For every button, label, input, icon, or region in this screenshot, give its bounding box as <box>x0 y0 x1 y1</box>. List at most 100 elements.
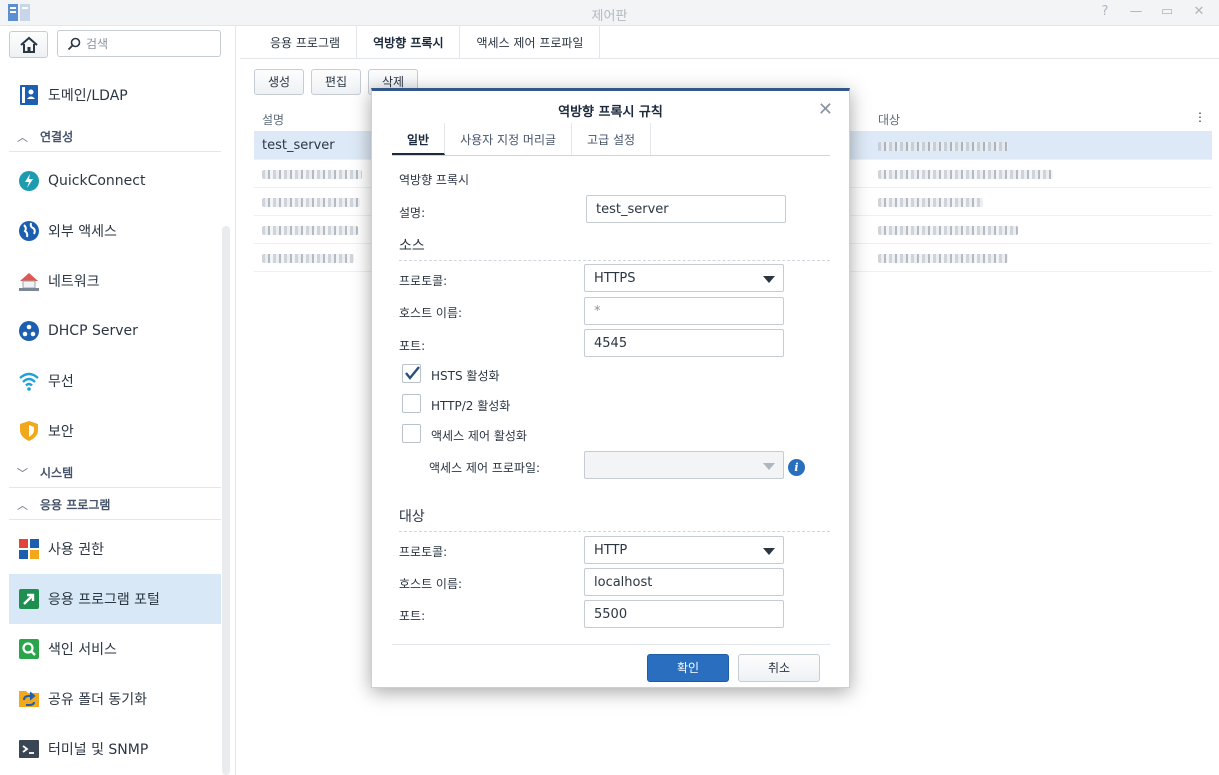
sidebar-item-label: 보안 <box>48 424 74 440</box>
sidebar-group-label: 응용 프로그램 <box>40 498 111 512</box>
sidebar-item-application-portal[interactable]: 응용 프로그램 포털 <box>9 574 221 624</box>
close-window-icon[interactable]: ✕ <box>1190 4 1208 20</box>
home-icon <box>20 36 38 53</box>
reverse-proxy-rule-dialog: 역방향 프록시 규칙 ✕ 일반 사용자 지정 머리글 고급 설정 역방향 프록시… <box>371 88 850 688</box>
description-input[interactable]: test_server <box>586 195 786 223</box>
destination-port-label: 포트: <box>399 609 426 623</box>
access-profile-label: 액세스 제어 프로파일: <box>429 461 541 475</box>
ok-button[interactable]: 확인 <box>647 654 729 682</box>
access-control-label: 액세스 제어 활성화 <box>431 429 527 443</box>
edit-button[interactable]: 편집 <box>311 69 362 95</box>
sidebar-group-label: 연결성 <box>40 130 74 144</box>
hsts-checkbox[interactable] <box>402 364 421 383</box>
description-label: 설명: <box>399 206 426 220</box>
source-protocol-label: 프로토콜: <box>399 274 448 288</box>
http2-label: HTTP/2 활성화 <box>431 399 511 413</box>
globe-icon <box>18 220 40 242</box>
destination-port-input[interactable]: 5500 <box>584 600 784 628</box>
minimize-icon[interactable]: — <box>1127 4 1145 20</box>
access-profile-select[interactable] <box>584 451 784 479</box>
tab-reverse-proxy[interactable]: 역방향 프록시 <box>357 26 461 58</box>
info-icon[interactable]: i <box>788 459 805 476</box>
redacted-destination <box>878 142 1008 151</box>
main-tabs: 응용 프로그램 역방향 프록시 액세스 제어 프로파일 <box>254 26 601 58</box>
redacted-description <box>262 170 362 179</box>
sidebar-item-label: 외부 액세스 <box>48 224 117 240</box>
redacted-description <box>262 198 360 207</box>
window-title: 제어판 <box>591 9 628 24</box>
maximize-icon[interactable]: ▭ <box>1158 4 1176 20</box>
destination-hostname-label: 호스트 이름: <box>399 577 463 591</box>
sidebar-item-external-access[interactable]: 외부 액세스 <box>9 206 221 256</box>
sidebar-group-applications[interactable]: ︿ 응용 프로그램 <box>9 490 221 520</box>
redacted-destination <box>878 226 1018 235</box>
sidebar-item-label: 도메인/LDAP <box>48 88 128 104</box>
redacted-destination <box>878 198 983 207</box>
sidebar-item-label: DHCP Server <box>48 323 138 339</box>
sidebar-group-system[interactable]: ﹀ 시스템 <box>9 458 221 488</box>
source-protocol-select[interactable]: HTTPS <box>584 264 784 292</box>
sidebar: 도메인/LDAP ︿ 연결성 QuickConnect 외부 액세스 네트워크 … <box>0 26 236 775</box>
chevron-up-icon: ︿ <box>17 130 28 144</box>
destination-hostname-input[interactable]: localhost <box>584 568 784 596</box>
sidebar-item-network[interactable]: 네트워크 <box>9 256 221 306</box>
sidebar-scrollbar[interactable] <box>222 226 230 775</box>
column-header-description[interactable]: 설명 <box>262 111 284 128</box>
row-description: test_server <box>262 138 335 153</box>
tab-applications[interactable]: 응용 프로그램 <box>254 26 358 58</box>
application-portal-icon <box>18 588 40 610</box>
sidebar-item-label: 응용 프로그램 포털 <box>48 592 160 608</box>
quickconnect-icon <box>18 170 40 192</box>
search-input[interactable] <box>86 35 214 53</box>
sidebar-item-dhcp-server[interactable]: DHCP Server <box>9 306 221 356</box>
source-port-input[interactable]: 4545 <box>584 329 784 357</box>
network-house-icon <box>18 270 40 292</box>
shield-icon <box>18 420 40 442</box>
sidebar-item-terminal-snmp[interactable]: 터미널 및 SNMP <box>9 724 221 774</box>
sidebar-item-wireless[interactable]: 무선 <box>9 356 221 406</box>
create-button[interactable]: 생성 <box>254 69 305 95</box>
domain-ldap-icon <box>18 84 40 106</box>
hsts-label: HSTS 활성화 <box>431 369 500 383</box>
sidebar-item-shared-folder-sync[interactable]: 공유 폴더 동기화 <box>9 674 221 724</box>
sidebar-item-label: 네트워크 <box>48 274 100 290</box>
sidebar-item-privileges[interactable]: 사용 권한 <box>9 524 221 574</box>
sidebar-item-security[interactable]: 보안 <box>9 406 221 456</box>
home-button[interactable] <box>9 31 48 58</box>
close-icon[interactable]: ✕ <box>818 99 833 120</box>
column-header-destination[interactable]: 대상 <box>878 111 900 128</box>
sidebar-group-connectivity[interactable]: ︿ 연결성 <box>9 122 221 152</box>
sidebar-item-quickconnect[interactable]: QuickConnect <box>9 156 221 206</box>
dialog-tab-general[interactable]: 일반 <box>392 123 446 155</box>
cancel-button[interactable]: 취소 <box>738 654 820 682</box>
redacted-destination <box>878 254 1008 263</box>
destination-protocol-select[interactable]: HTTP <box>584 536 784 564</box>
source-protocol-value: HTTPS <box>594 271 636 286</box>
search-field[interactable] <box>57 30 221 57</box>
dialog-tab-custom-header[interactable]: 사용자 지정 머리글 <box>445 123 573 155</box>
tab-access-control-profile[interactable]: 액세스 제어 프로파일 <box>460 26 601 58</box>
http2-checkbox[interactable] <box>402 394 421 413</box>
redacted-description <box>262 254 354 263</box>
destination-protocol-label: 프로토콜: <box>399 545 448 559</box>
destination-heading: 대상 <box>399 506 830 532</box>
dialog-tabs: 일반 사용자 지정 머리글 고급 설정 <box>392 123 830 156</box>
dropdown-arrow-icon <box>763 548 775 555</box>
section-label-reverse-proxy: 역방향 프록시 <box>399 173 470 187</box>
source-hostname-label: 호스트 이름: <box>399 306 463 320</box>
shared-folder-sync-icon <box>18 688 40 710</box>
checkmark-icon <box>405 366 420 380</box>
source-heading: 소스 <box>399 235 830 261</box>
sidebar-item-label: 터미널 및 SNMP <box>48 742 149 758</box>
sidebar-item-label: 공유 폴더 동기화 <box>48 692 148 708</box>
column-menu-icon[interactable]: ⋮ <box>1194 110 1206 124</box>
sidebar-item-domain-ldap[interactable]: 도메인/LDAP <box>9 70 221 120</box>
sidebar-item-indexing-service[interactable]: 색인 서비스 <box>9 624 221 674</box>
tabs-divider <box>240 58 1219 59</box>
chevron-up-icon: ︿ <box>17 498 28 512</box>
access-control-checkbox[interactable] <box>402 424 421 443</box>
sidebar-item-label: 색인 서비스 <box>48 642 117 658</box>
source-hostname-input[interactable]: * <box>584 297 784 325</box>
help-icon[interactable]: ? <box>1096 4 1114 20</box>
dialog-tab-advanced[interactable]: 고급 설정 <box>572 123 652 155</box>
